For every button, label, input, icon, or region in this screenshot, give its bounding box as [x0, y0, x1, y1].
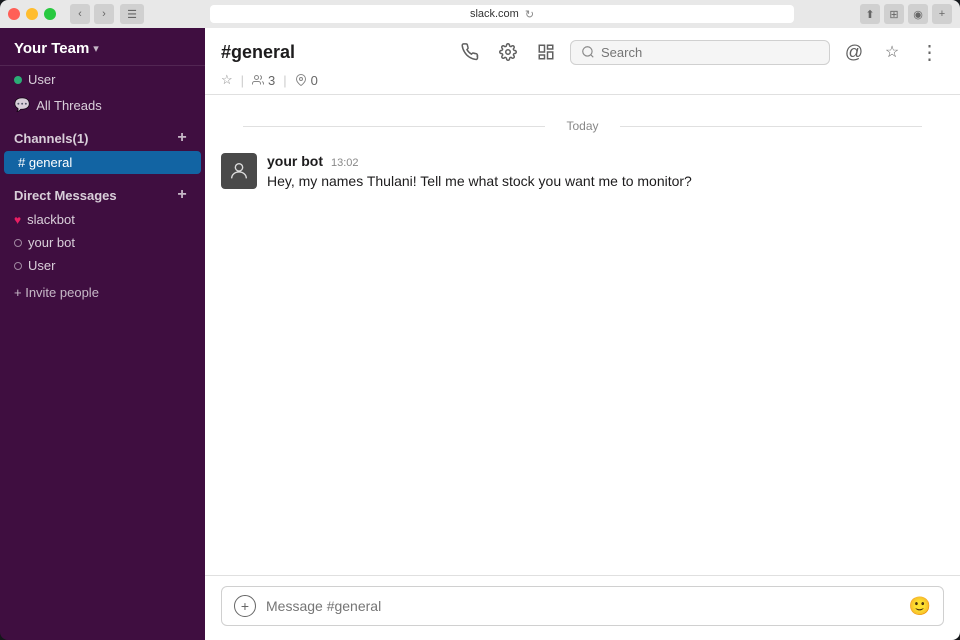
date-divider: Today	[205, 119, 960, 133]
user-dm-name: User	[28, 258, 55, 273]
search-input[interactable]	[601, 45, 819, 60]
mentions-icon[interactable]: @	[840, 38, 868, 66]
add-attachment-button[interactable]: +	[234, 595, 256, 617]
search-box[interactable]	[570, 40, 830, 65]
sidebar-all-threads[interactable]: 💬 All Threads	[0, 93, 205, 117]
pin-icon	[295, 74, 307, 86]
extensions-button[interactable]: ◉	[908, 4, 928, 24]
new-tab-button[interactable]: ⊞	[884, 4, 904, 24]
message-body: your bot 13:02 Hey, my names Thulani! Te…	[267, 153, 692, 192]
dm-section-header: Direct Messages +	[0, 174, 205, 208]
sidebar-user-name: User	[28, 72, 55, 87]
minimize-window-button[interactable]	[26, 8, 38, 20]
yourbot-name: your bot	[28, 235, 75, 250]
invite-label: + Invite people	[14, 285, 99, 300]
title-bar: ‹ › ☰ slack.com ↻ ⬆ ⊞ ◉ +	[0, 0, 960, 28]
sidebar-user: User	[0, 66, 205, 93]
starred-icon[interactable]: ☆	[878, 38, 906, 66]
messages-area: Today your bot 13:02 Hey, my names Thula…	[205, 95, 960, 575]
channel-star-icon[interactable]: ☆	[221, 72, 233, 88]
sidebar: Your Team ▾ User 💬 All Threads Channels(…	[0, 28, 205, 640]
url-text: slack.com	[470, 8, 519, 20]
message-input-area: + 🙂	[205, 575, 960, 640]
share-button[interactable]: ⬆	[860, 4, 880, 24]
maximize-window-button[interactable]	[44, 8, 56, 20]
close-window-button[interactable]	[8, 8, 20, 20]
add-tab-button[interactable]: +	[932, 4, 952, 24]
refresh-icon[interactable]: ↻	[525, 8, 534, 21]
team-chevron-icon: ▾	[93, 42, 99, 55]
search-icon	[581, 45, 595, 59]
members-count: 3	[252, 73, 275, 88]
message-item: your bot 13:02 Hey, my names Thulani! Te…	[205, 149, 960, 196]
url-bar[interactable]: slack.com ↻	[210, 5, 794, 23]
main-content: #general	[205, 28, 960, 640]
channel-title: #general	[221, 42, 444, 63]
message-header: your bot 13:02	[267, 153, 692, 169]
channels-section-header: Channels(1) +	[0, 117, 205, 151]
message-text: Hey, my names Thulani! Tell me what stoc…	[267, 171, 692, 192]
slackbot-status-icon: ♥	[14, 213, 21, 227]
header-actions: @ ☆ ⋮	[456, 38, 944, 66]
app-window: ‹ › ☰ slack.com ↻ ⬆ ⊞ ◉ + Your Team ▾ Us…	[0, 0, 960, 640]
slackbot-name: slackbot	[27, 212, 75, 227]
message-input[interactable]	[266, 598, 899, 614]
sidebar-toggle-button[interactable]: ☰	[120, 4, 144, 24]
threads-icon: 💬	[14, 97, 30, 113]
dm-label: Direct Messages	[14, 188, 117, 203]
phone-icon[interactable]	[456, 38, 484, 66]
overflow-menu-button[interactable]: ⋮	[916, 38, 944, 66]
message-input-box: + 🙂	[221, 586, 944, 626]
team-header[interactable]: Your Team ▾	[0, 28, 205, 66]
user-dm-status-dot	[14, 262, 22, 270]
layout-icon[interactable]	[532, 38, 560, 66]
channel-name: # general	[18, 155, 72, 170]
message-author: your bot	[267, 153, 323, 169]
channel-meta: ☆ | 3 | 0	[221, 66, 944, 94]
user-status-dot	[14, 76, 22, 84]
app-layout: Your Team ▾ User 💬 All Threads Channels(…	[0, 28, 960, 640]
sidebar-item-general[interactable]: # general	[4, 151, 201, 174]
channels-label: Channels(1)	[14, 131, 88, 146]
members-icon	[252, 74, 264, 86]
pins-count: 0	[295, 73, 318, 88]
forward-button[interactable]: ›	[94, 4, 114, 24]
emoji-button[interactable]: 🙂	[909, 596, 931, 617]
sidebar-item-user[interactable]: User	[0, 254, 205, 277]
channel-header-top: #general	[221, 38, 944, 66]
avatar	[221, 153, 257, 189]
team-name: Your Team	[14, 40, 89, 57]
all-threads-label: All Threads	[36, 98, 102, 113]
add-dm-button[interactable]: +	[173, 186, 191, 204]
invite-people-button[interactable]: + Invite people	[0, 277, 205, 308]
sidebar-item-yourbot[interactable]: your bot	[0, 231, 205, 254]
channel-header: #general	[205, 28, 960, 95]
add-channel-button[interactable]: +	[173, 129, 191, 147]
message-time: 13:02	[331, 157, 359, 169]
yourbot-status-dot	[14, 239, 22, 247]
settings-icon[interactable]	[494, 38, 522, 66]
sidebar-item-slackbot[interactable]: ♥ slackbot	[0, 208, 205, 231]
back-button[interactable]: ‹	[70, 4, 90, 24]
